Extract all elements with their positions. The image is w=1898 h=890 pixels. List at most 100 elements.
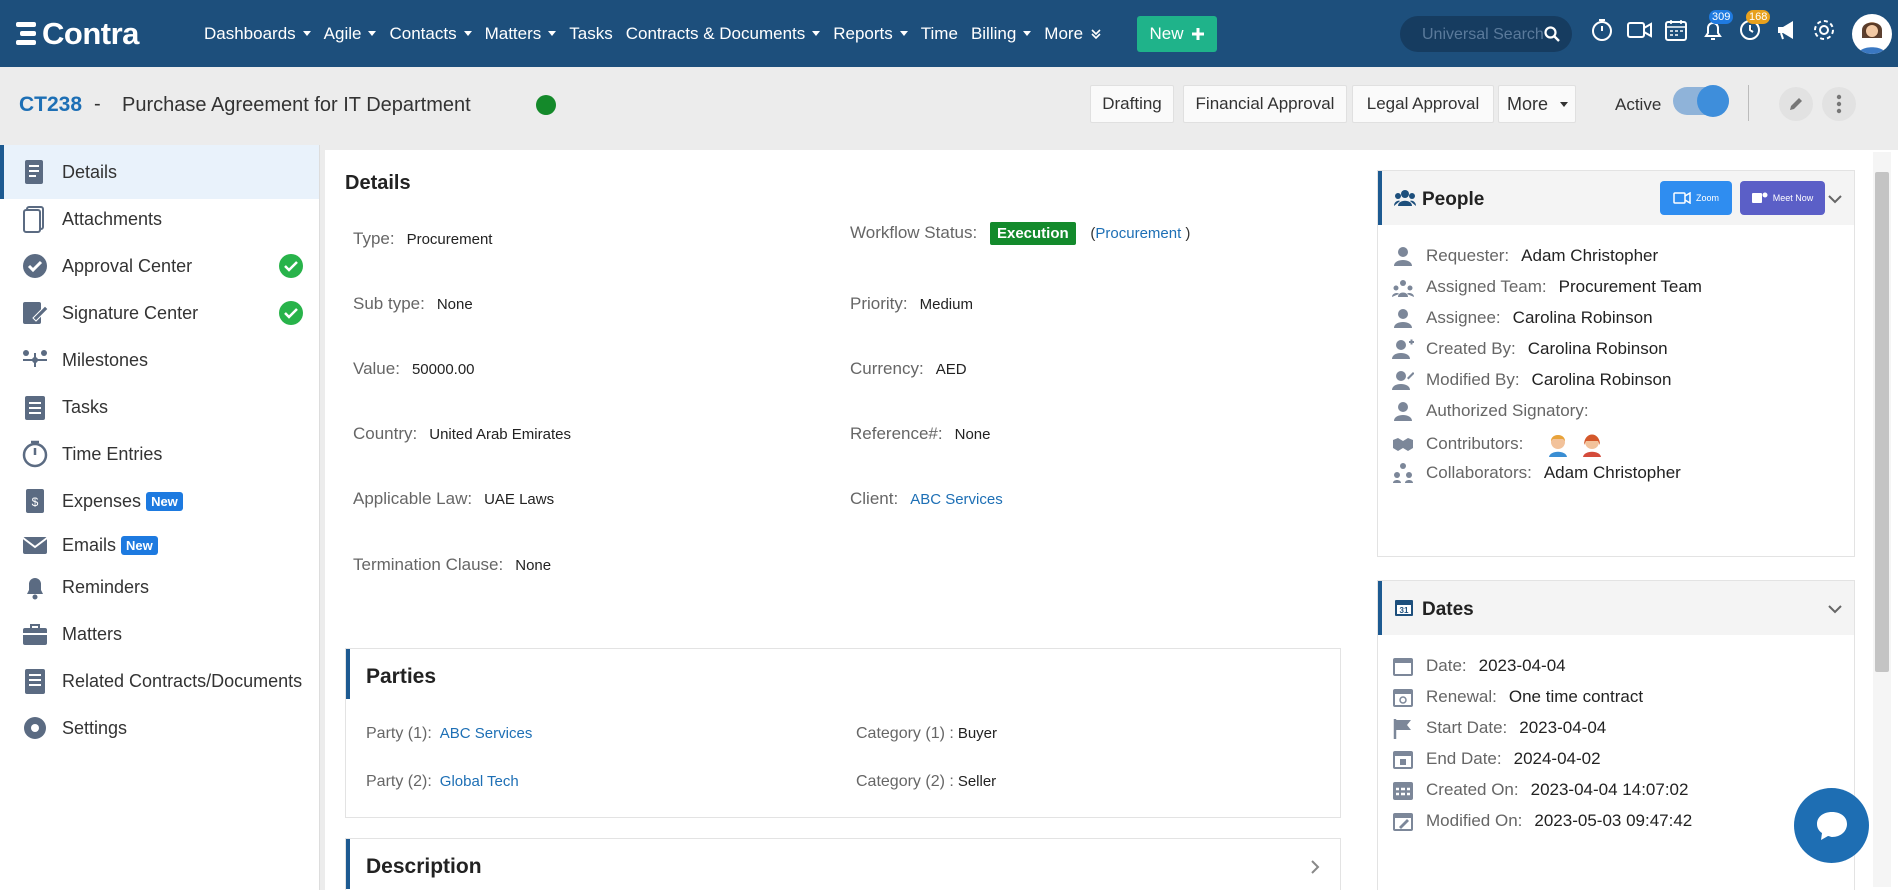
- nav-menu-contracts-documents[interactable]: Contracts & Documents: [626, 24, 821, 44]
- sidebar-item-label: Milestones: [62, 349, 149, 370]
- new-button[interactable]: New: [1137, 15, 1218, 52]
- people-value: Carolina Robinson: [1531, 370, 1672, 389]
- chat-bubble-icon: [1816, 811, 1847, 840]
- user-avatar[interactable]: [1852, 14, 1892, 54]
- sidebar-item-time-entries[interactable]: Time Entries: [0, 427, 319, 481]
- chevron-down-icon: [812, 31, 821, 36]
- sidebar-item-milestones[interactable]: Milestones: [0, 333, 319, 387]
- contra-logo[interactable]: Contra: [16, 16, 176, 52]
- contributor-avatars: [1545, 431, 1605, 457]
- reminder-clock-icon[interactable]: 168: [1738, 10, 1771, 42]
- party-link[interactable]: ABC Services: [440, 725, 533, 742]
- stages-more-label: More: [1507, 93, 1549, 114]
- details-panel: Details Type: Procurement Sub type: None V…: [325, 150, 1357, 890]
- page-scrollbar[interactable]: [1873, 152, 1891, 887]
- universal-search-input[interactable]: Universal Search: [1400, 16, 1572, 52]
- dates-row-end-date: End Date: 2024-04-02: [1392, 748, 1601, 770]
- sidebar-item-details[interactable]: Details: [0, 145, 319, 199]
- sidebar-item-related-contracts-documents[interactable]: Related Contracts/Documents: [0, 654, 319, 708]
- toggle-knob: [1697, 85, 1729, 117]
- nav-menu-label: Agile: [323, 23, 362, 43]
- contributor-avatar-male-icon[interactable]: [1545, 431, 1571, 457]
- sidebar-item-attachments[interactable]: Attachments: [0, 192, 319, 246]
- stages-more-dropdown[interactable]: More: [1498, 85, 1576, 123]
- chat-button[interactable]: [1794, 788, 1869, 863]
- people-label: Authorized Signatory:: [1426, 401, 1589, 420]
- termination-value: None: [515, 557, 552, 574]
- stopwatch-icon[interactable]: [1590, 18, 1614, 42]
- announcement-megaphone-icon[interactable]: [1775, 18, 1799, 42]
- nav-menu-label: Tasks: [569, 23, 613, 43]
- sidebar-item-tasks[interactable]: Tasks: [0, 380, 319, 434]
- nav-menu-agile[interactable]: Agile: [324, 24, 377, 44]
- user-icon: [1392, 400, 1414, 422]
- stage-button-legal-approval[interactable]: Legal Approval: [1352, 85, 1494, 123]
- chevron-right-icon[interactable]: [1310, 859, 1320, 875]
- currency-value: AED: [935, 361, 967, 378]
- calendar-icon[interactable]: [1664, 18, 1688, 42]
- currency-field: Currency: AED: [850, 359, 967, 379]
- nav-menu-dashboards[interactable]: Dashboards: [204, 24, 311, 44]
- nav-menu-billing[interactable]: Billing: [971, 24, 1032, 44]
- sidebar-item-approval-center[interactable]: Approval Center: [0, 239, 319, 293]
- plus-icon: [1191, 27, 1204, 40]
- related-docs-icon: [20, 666, 50, 696]
- description-panel[interactable]: Description: [345, 838, 1341, 890]
- workflow-link[interactable]: Procurement: [1095, 225, 1181, 242]
- expenses-icon: $: [20, 486, 50, 516]
- reference-label: Reference#:: [850, 424, 943, 443]
- gear-icon: [20, 713, 50, 743]
- type-field: Type: Procurement: [353, 229, 492, 249]
- party-link[interactable]: Global Tech: [440, 773, 519, 790]
- chevron-down-icon[interactable]: [1828, 605, 1842, 614]
- people-card: People Zoom Meet Now Requester: Adam Chri…: [1377, 170, 1855, 557]
- video-call-icon[interactable]: [1627, 18, 1652, 42]
- calendar-renew-icon: [1392, 686, 1414, 708]
- nav-menu-matters[interactable]: Matters: [485, 24, 557, 44]
- sidebar-item-settings[interactable]: Settings: [0, 701, 319, 755]
- dates-row-date: Date: 2023-04-04: [1392, 655, 1566, 677]
- active-toggle[interactable]: [1673, 85, 1729, 117]
- priority-field: Priority: Medium: [850, 294, 973, 314]
- teams-meet-now-button[interactable]: Meet Now: [1740, 181, 1825, 215]
- more-actions-button[interactable]: [1822, 87, 1856, 121]
- nav-menu-reports[interactable]: Reports: [833, 24, 908, 44]
- sidebar-item-signature-center[interactable]: Signature Center: [0, 286, 319, 340]
- chevron-down-icon[interactable]: [1828, 195, 1842, 204]
- stage-button-drafting[interactable]: Drafting: [1090, 85, 1174, 123]
- applicable-law-field: Applicable Law: UAE Laws: [353, 489, 554, 509]
- nav-menu-more[interactable]: More: [1044, 24, 1101, 44]
- search-placeholder: Universal Search: [1422, 26, 1544, 43]
- milestones-icon: [20, 345, 50, 375]
- people-icon: [1394, 190, 1416, 206]
- dates-row-start-date: Start Date: 2023-04-04: [1392, 717, 1606, 739]
- value-label: Value:: [353, 359, 400, 378]
- collaborators-icon: [1392, 462, 1414, 484]
- contributor-avatar-female-icon[interactable]: [1579, 431, 1605, 457]
- nav-menu-time[interactable]: Time: [921, 24, 958, 44]
- search-icon[interactable]: [1544, 26, 1560, 42]
- contract-id: CT238: [19, 93, 83, 116]
- edit-button[interactable]: [1779, 87, 1813, 121]
- category-label: Category (1) :: [856, 725, 954, 742]
- sidebar: Details Attachments Approval Center Signatu…: [0, 145, 320, 890]
- stopwatch-icon: [20, 439, 50, 469]
- stage-button-financial-approval[interactable]: Financial Approval: [1183, 85, 1347, 123]
- svg-text:31: 31: [1400, 606, 1409, 615]
- client-label: Client:: [850, 489, 899, 508]
- scrollbar-thumb[interactable]: [1875, 172, 1889, 672]
- category-label: Category (2) :: [856, 773, 954, 790]
- zoom-button[interactable]: Zoom: [1660, 181, 1732, 215]
- settings-gear-icon[interactable]: [1812, 18, 1836, 42]
- people-label: Contributors:: [1426, 434, 1524, 453]
- dates-card-header: 31 Dates: [1378, 581, 1854, 635]
- nav-menu-tasks[interactable]: Tasks: [569, 24, 612, 44]
- nav-menu-contacts[interactable]: Contacts: [389, 24, 472, 44]
- country-field: Country: United Arab Emirates: [353, 424, 571, 444]
- approval-badge-icon: [20, 251, 50, 281]
- notifications-bell-icon[interactable]: 309: [1701, 10, 1734, 42]
- sidebar-item-reminders[interactable]: Reminders: [0, 560, 319, 614]
- client-link[interactable]: ABC Services: [910, 491, 1003, 508]
- sidebar-item-matters[interactable]: Matters: [0, 607, 319, 661]
- category-row-1: Category (1) : Buyer: [856, 725, 997, 743]
